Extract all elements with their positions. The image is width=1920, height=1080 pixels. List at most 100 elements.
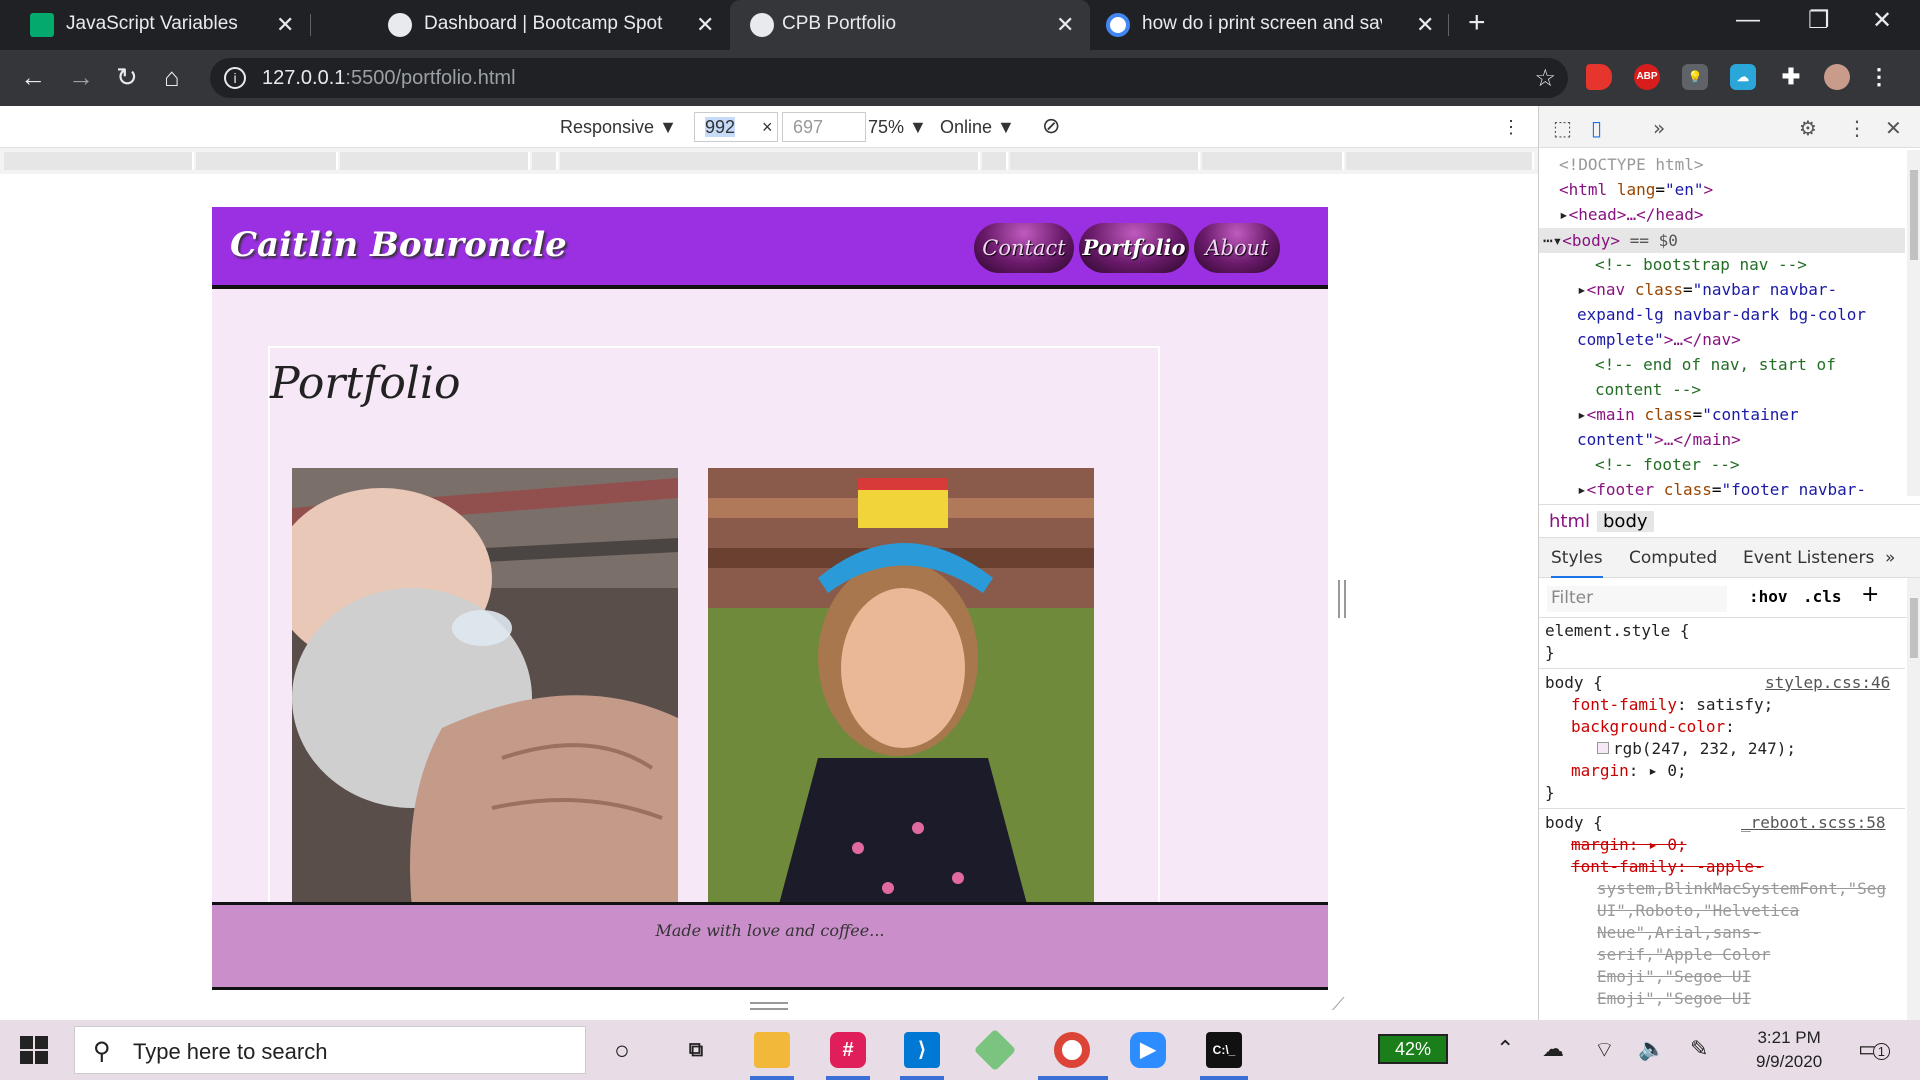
volume-icon[interactable]: 🔈 [1638, 1036, 1665, 1062]
dom-html[interactable]: <html lang="en"> [1559, 177, 1713, 202]
zoom-icon[interactable]: ▶ [1130, 1032, 1166, 1068]
profile-avatar[interactable] [1824, 64, 1850, 90]
elements-scroll-thumb[interactable] [1910, 170, 1918, 260]
network-throttle-select[interactable]: Online ▼ [940, 117, 1015, 138]
element-style-rule[interactable]: element.style { [1545, 620, 1690, 642]
dom-main[interactable]: ▸<main class="container [1577, 402, 1799, 427]
close-icon[interactable]: ✕ [1056, 12, 1074, 38]
rule2-source-link[interactable]: _reboot.scss:58 [1741, 812, 1886, 834]
window-close-button[interactable]: ✕ [1872, 6, 1892, 35]
rule1-font-family[interactable]: font-family: satisfy; [1571, 694, 1773, 716]
media-query-segment[interactable] [560, 152, 980, 170]
slack-icon[interactable]: # [830, 1032, 866, 1068]
dom-comment-footer[interactable]: <!-- footer --> [1595, 452, 1740, 477]
viewport-resize-handle-bottom[interactable] [750, 1002, 788, 1010]
tab-styles[interactable]: Styles [1551, 548, 1603, 578]
nav-contact-button[interactable]: Contact [974, 223, 1074, 273]
viewport-resize-corner-icon[interactable]: ⟋ [1332, 994, 1345, 1015]
lightbulb-extension-icon[interactable]: 💡 [1682, 64, 1708, 90]
inspect-element-icon[interactable]: ⬚ [1553, 116, 1572, 140]
nav-about-button[interactable]: About [1194, 223, 1280, 273]
gitkraken-icon[interactable] [973, 1028, 1017, 1072]
cloud-extension-icon[interactable]: ☁ [1730, 64, 1756, 90]
rule1-source-link[interactable]: stylep.css:46 [1765, 672, 1890, 694]
battery-indicator[interactable]: 42% [1378, 1034, 1448, 1064]
media-query-segment[interactable] [196, 152, 338, 170]
styles-scrollbar[interactable] [1907, 578, 1920, 1020]
terminal-icon[interactable]: C:\_ [1206, 1032, 1242, 1068]
more-panels-icon[interactable]: » [1653, 116, 1665, 140]
home-button[interactable]: ⌂ [164, 62, 180, 93]
reload-button[interactable]: ↻ [116, 62, 138, 93]
task-view-icon[interactable]: ⧉ [678, 1032, 714, 1068]
tab-google-search[interactable]: how do i print screen and save to ✕ [1090, 0, 1450, 50]
devtools-close-icon[interactable]: ✕ [1885, 116, 1902, 140]
rotate-icon[interactable]: ⊘ [1042, 113, 1060, 139]
dom-comment-end-nav[interactable]: <!-- end of nav, start of [1595, 352, 1836, 377]
restore-button[interactable]: ❐ [1808, 6, 1830, 35]
dom-head[interactable]: ▸<head>…</head> [1559, 202, 1704, 227]
close-icon[interactable]: ✕ [696, 12, 714, 38]
wifi-icon[interactable]: ⌔ [1594, 1036, 1615, 1064]
show-hidden-icons-chevron-icon[interactable]: ⌃ [1496, 1036, 1514, 1062]
chrome-icon[interactable] [1054, 1032, 1090, 1068]
styles-filter-input[interactable]: Filter [1547, 586, 1727, 612]
media-query-segment[interactable] [1010, 152, 1200, 170]
rule1-margin[interactable]: margin: ▸ 0; [1571, 760, 1687, 782]
taskbar-search-box[interactable]: ⚲ Type here to search [74, 1026, 586, 1074]
breadcrumb-body[interactable]: body [1597, 511, 1654, 532]
more-tabs-icon[interactable]: » [1885, 548, 1895, 568]
tab-computed[interactable]: Computed [1629, 548, 1717, 568]
tab-cpb-portfolio[interactable]: CPB Portfolio ✕ [730, 0, 1090, 50]
minimize-button[interactable]: — [1736, 6, 1760, 34]
media-query-segment[interactable] [982, 152, 1008, 170]
site-brand[interactable]: Caitlin Bouroncle [230, 225, 567, 265]
close-icon[interactable]: ✕ [276, 12, 294, 38]
url-text[interactable]: 127.0.0.1:5500/portfolio.html [262, 67, 516, 90]
media-query-segment[interactable] [1202, 152, 1344, 170]
address-bar[interactable]: i 127.0.0.1:5500/portfolio.html ☆ [210, 58, 1568, 98]
info-icon[interactable]: i [224, 67, 246, 89]
vscode-icon[interactable]: ⟩ [904, 1032, 940, 1068]
pen-workspace-icon[interactable]: ✎ [1690, 1036, 1708, 1062]
dom-body[interactable]: ⋯▾<body> == $0 [1543, 228, 1678, 253]
browser-menu-icon[interactable]: ⋮ [1866, 64, 1892, 90]
styles-scroll-thumb[interactable] [1910, 598, 1918, 658]
cls-toggle[interactable]: .cls [1803, 587, 1842, 606]
portfolio-photo-girl[interactable] [708, 468, 1094, 908]
color-swatch[interactable] [1597, 742, 1609, 754]
adblock-plus-icon[interactable]: ABP [1634, 64, 1660, 90]
nav-portfolio-button[interactable]: Portfolio [1079, 223, 1189, 273]
rule1-selector[interactable]: body { [1545, 672, 1603, 694]
device-more-icon[interactable]: ⋮ [1502, 117, 1520, 138]
screencastify-extension-icon[interactable] [1586, 64, 1612, 90]
media-query-segment[interactable] [340, 152, 530, 170]
viewport-resize-handle-right[interactable] [1338, 580, 1346, 618]
height-input[interactable]: 697 [782, 112, 866, 142]
rule1-background-color[interactable]: background-color: [1571, 716, 1735, 738]
tab-javascript-variables[interactable]: JavaScript Variables ✕ [0, 0, 310, 50]
media-query-segment[interactable] [1346, 152, 1534, 170]
media-query-segment[interactable] [4, 152, 194, 170]
dom-comment-bootstrap-nav[interactable]: <!-- bootstrap nav --> [1595, 252, 1807, 277]
portfolio-photo-baby[interactable] [292, 468, 678, 908]
device-toggle-icon[interactable]: ▯ [1591, 116, 1602, 140]
windows-start-button[interactable] [20, 1036, 48, 1064]
bookmark-star-icon[interactable]: ☆ [1534, 64, 1556, 93]
tab-bootcamp-spot[interactable]: Dashboard | Bootcamp Spot ✕ [358, 0, 728, 50]
onedrive-cloud-icon[interactable]: ☁ [1542, 1036, 1564, 1062]
forward-button[interactable]: → [68, 62, 94, 93]
media-query-segment[interactable] [532, 152, 558, 170]
hov-toggle[interactable]: :hov [1749, 587, 1788, 606]
tab-event-listeners[interactable]: Event Listeners [1743, 548, 1874, 568]
zoom-select[interactable]: 75% ▼ [868, 117, 927, 138]
extensions-puzzle-icon[interactable]: ✚ [1778, 64, 1804, 90]
devtools-menu-icon[interactable]: ⋮ [1847, 116, 1867, 140]
settings-gear-icon[interactable]: ⚙ [1799, 116, 1817, 140]
rule2-selector[interactable]: body { [1545, 812, 1603, 834]
new-style-rule-icon[interactable]: + [1861, 582, 1879, 607]
notifications-icon[interactable]: ▭1 [1858, 1036, 1891, 1062]
file-explorer-icon[interactable] [754, 1032, 790, 1068]
new-tab-button[interactable]: + [1468, 6, 1486, 40]
dom-nav[interactable]: ▸<nav class="navbar navbar- [1577, 277, 1837, 302]
